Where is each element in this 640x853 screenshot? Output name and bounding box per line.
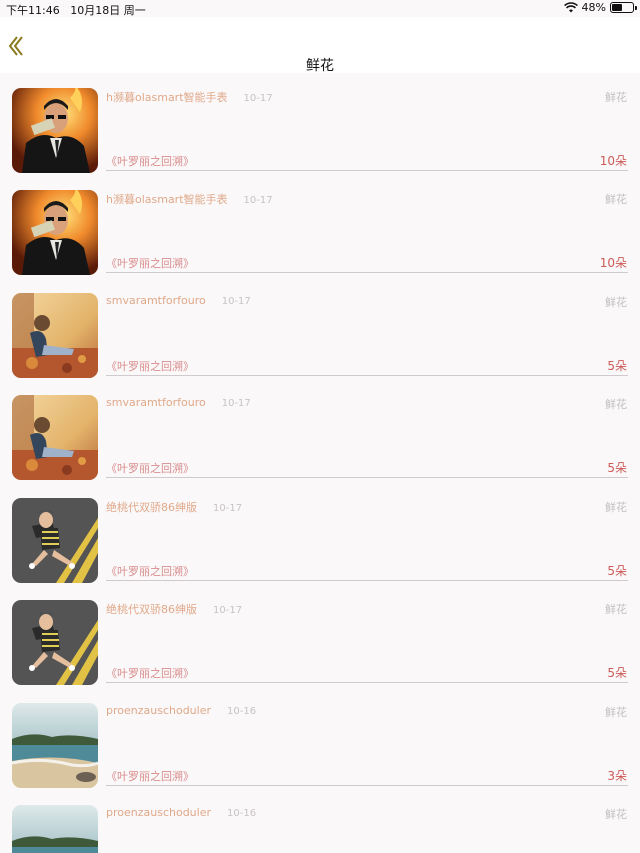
gift-record-list[interactable]: h濒暮olasmart智能手表 10-17 鲜花 《叶罗丽之回溯》 10朵 h濒暮… <box>0 73 640 853</box>
record-date: 10-17 <box>213 502 243 514</box>
username: 绝桃代双骄86绅版 10-17 <box>106 500 243 514</box>
divider <box>106 374 628 376</box>
avatar[interactable] <box>12 805 98 853</box>
record-date: 10-17 <box>213 605 243 616</box>
work-title[interactable]: 《叶罗丽之回溯》 <box>106 153 194 169</box>
gift-category: 鲜花 <box>605 398 627 411</box>
record-date: 10-16 <box>227 808 257 819</box>
list-item[interactable]: h濒暮olasmart智能手表10-17 鲜花 《叶罗丽之回溯》 10朵 <box>0 74 640 177</box>
avatar[interactable] <box>12 702 98 788</box>
record-date: 10-17 <box>221 398 251 409</box>
avatar[interactable] <box>12 292 98 378</box>
username: h濒暮olasmart智能手表 10-17 <box>106 90 273 104</box>
gift-category: 鲜花 <box>605 295 627 309</box>
work-title[interactable]: 《叶罗丽之回溯》 <box>106 255 194 271</box>
divider <box>106 169 628 171</box>
battery-percent: 48% <box>581 1 606 14</box>
list-item[interactable]: h濒暮olasmart智能手表10-17 鲜花 《叶罗丽之回溯》 10朵 <box>0 176 640 279</box>
list-item[interactable]: proenzauschoduler10-16 鲜花 《叶罗丽之回溯》 3朵 <box>0 791 640 853</box>
list-item[interactable]: 绝桃代双骄86绅版 10-17 鲜花 《叶罗丽之回溯》 5朵 <box>0 586 640 689</box>
gift-category: 鲜花 <box>605 808 627 821</box>
list-item[interactable]: proenzauschoduler10-16 鲜花 《叶罗丽之回溯》 3朵 <box>0 689 640 792</box>
work-title[interactable]: 《叶罗丽之回溯》 <box>106 358 194 374</box>
gift-count: 5朵 <box>607 563 627 578</box>
divider <box>106 784 628 786</box>
battery-icon <box>610 2 637 13</box>
gift-count: 3朵 <box>607 768 627 783</box>
username: h濒暮olasmart智能手表 10-17 <box>106 193 273 206</box>
gift-count: 10朵 <box>599 153 627 168</box>
status-bar: 下午11:46 10月18日 周一 48% <box>0 0 640 17</box>
avatar[interactable] <box>12 190 98 275</box>
divider <box>106 682 628 683</box>
list-item[interactable]: smvaramtforfouro 10-17 鲜花 《叶罗丽之回溯》 5朵 <box>0 279 640 382</box>
record-date: 10-17 <box>243 195 273 206</box>
gift-category: 鲜花 <box>605 500 627 514</box>
divider <box>106 477 628 478</box>
username: 绝桃代双骄86绅版 10-17 <box>106 603 243 616</box>
gift-category: 鲜花 <box>605 705 627 719</box>
avatar[interactable] <box>12 497 98 583</box>
divider <box>106 272 628 273</box>
gift-category: 鲜花 <box>605 603 627 616</box>
username: proenzauschoduler 10-16 <box>106 703 257 717</box>
username: smvaramtforfouro 10-17 <box>106 293 251 307</box>
list-item[interactable]: smvaramtforfouro 10-17 鲜花 《叶罗丽之回溯》 5朵 <box>0 381 640 484</box>
work-title[interactable]: 《叶罗丽之回溯》 <box>106 768 194 784</box>
gift-count: 5朵 <box>607 358 627 373</box>
gift-count: 10朵 <box>599 256 627 270</box>
navigation-bar: 鲜花 <box>0 17 640 74</box>
divider <box>106 579 628 581</box>
avatar[interactable] <box>12 87 98 173</box>
page-title: 鲜花 <box>306 58 334 74</box>
work-title[interactable]: 《叶罗丽之回溯》 <box>106 460 194 476</box>
username: smvaramtforfouro 10-17 <box>106 396 251 409</box>
record-date: 10-17 <box>243 92 273 104</box>
avatar[interactable] <box>12 395 98 480</box>
gift-count: 5朵 <box>607 461 627 475</box>
gift-category: 鲜花 <box>605 90 627 104</box>
status-time: 下午11:46 10月18日 周一 <box>6 4 146 17</box>
record-date: 10-16 <box>227 705 257 717</box>
wifi-icon <box>563 2 578 13</box>
work-title[interactable]: 《叶罗丽之回溯》 <box>106 563 194 579</box>
record-date: 10-17 <box>221 295 251 307</box>
gift-count: 5朵 <box>607 666 627 680</box>
work-title[interactable]: 《叶罗丽之回溯》 <box>106 665 194 681</box>
avatar[interactable] <box>12 600 98 685</box>
gift-category: 鲜花 <box>605 193 627 206</box>
list-item[interactable]: 绝桃代双骄86绅版 10-17 鲜花 《叶罗丽之回溯》 5朵 <box>0 484 640 587</box>
username: proenzauschoduler 10-16 <box>106 806 257 819</box>
status-date: 10月18日 周一 <box>70 4 146 17</box>
